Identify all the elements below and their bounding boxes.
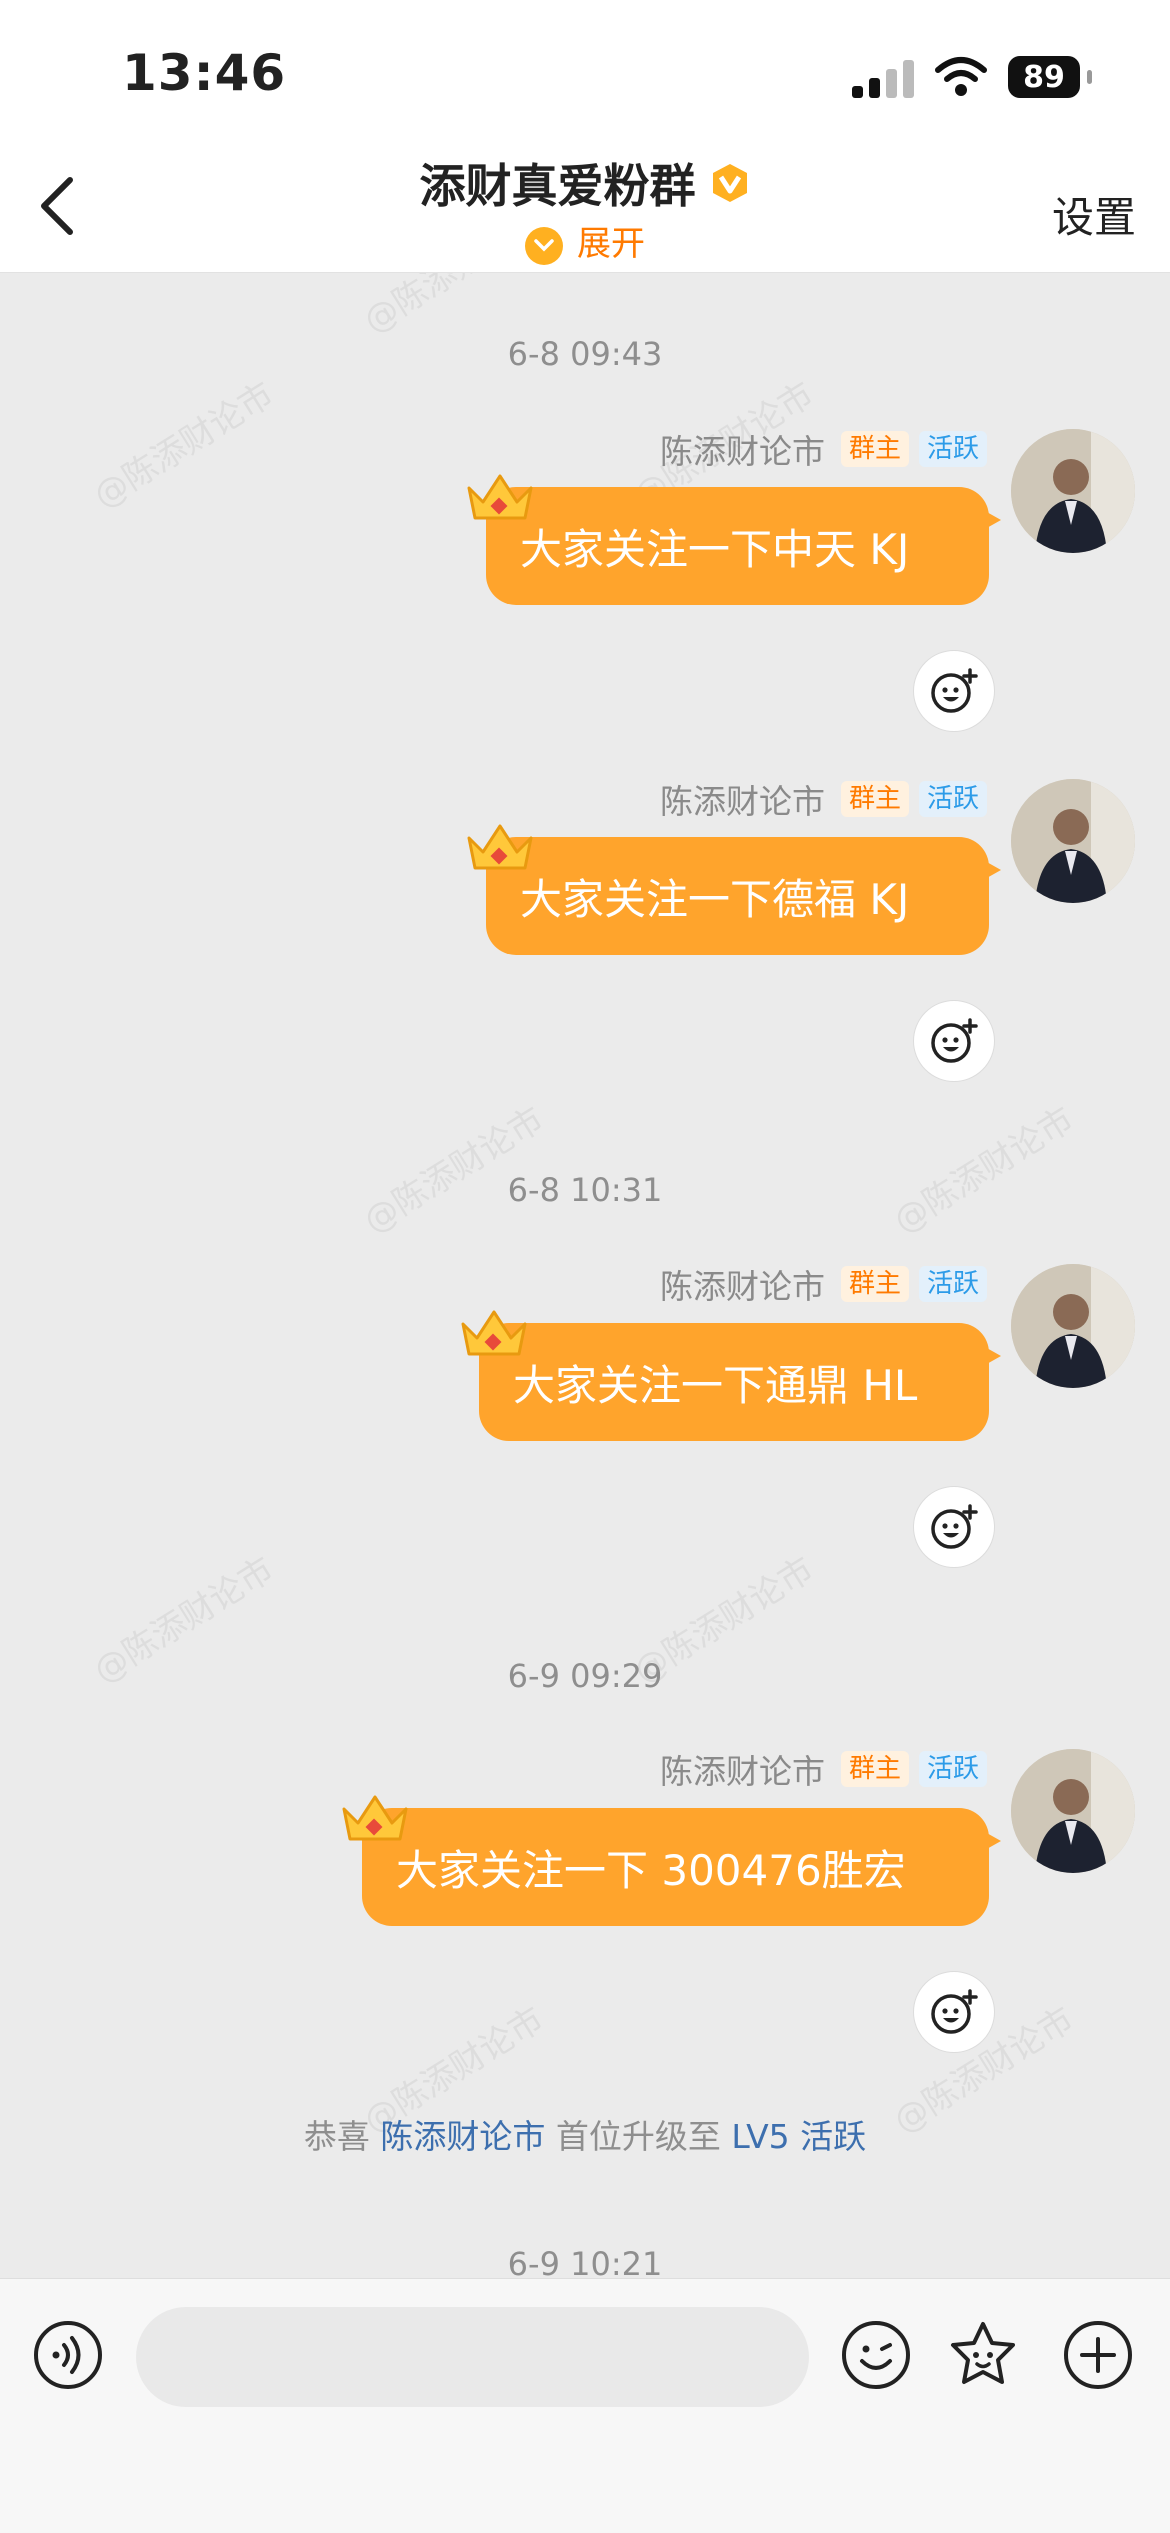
system-message: 恭喜 陈添财论市 首位升级至 LV5 活跃 xyxy=(0,2110,1170,2158)
message-timestamp: 6-9 09:29 xyxy=(507,1657,663,1695)
message-sender: 陈添财论市 群主 活跃 xyxy=(660,429,987,471)
sender-name[interactable]: 陈添财论市 xyxy=(660,1745,825,1793)
active-badge: 活跃 xyxy=(918,781,987,817)
emoji-icon[interactable] xyxy=(840,2319,912,2391)
system-middle: 首位升级至 xyxy=(555,2117,721,2156)
emoji-react-button[interactable] xyxy=(913,650,995,732)
plus-icon[interactable] xyxy=(1062,2319,1134,2391)
expand-chevron-icon xyxy=(525,226,563,265)
message-text: 大家关注一下 300476胜宏 xyxy=(396,1845,906,1895)
system-user-link[interactable]: 陈添财论市 xyxy=(380,2117,545,2156)
emoji-react-icon xyxy=(931,1504,978,1549)
settings-button[interactable]: 设置 xyxy=(1052,184,1136,245)
emoji-react-icon xyxy=(931,1018,978,1063)
crown-icon xyxy=(467,824,533,870)
group-title[interactable]: 添财真爱粉群 xyxy=(419,150,695,216)
active-badge: 活跃 xyxy=(918,1266,987,1302)
system-prefix: 恭喜 xyxy=(303,2117,370,2156)
input-bar xyxy=(0,2278,1170,2533)
message-sender: 陈添财论市 群主 活跃 xyxy=(660,1749,987,1791)
verified-v-icon xyxy=(712,164,747,202)
message-text: 大家关注一下德福 KJ xyxy=(520,874,910,924)
message-bubble[interactable]: 大家关注一下德福 KJ xyxy=(486,837,1001,955)
watermark: @陈添财论市 xyxy=(86,374,281,517)
battery-icon: 89 xyxy=(1008,56,1092,98)
active-badge: 活跃 xyxy=(918,431,987,467)
wifi-icon xyxy=(935,57,987,96)
message-sender: 陈添财论市 群主 活跃 xyxy=(660,1264,987,1306)
owner-badge: 群主 xyxy=(840,781,909,817)
watermark: @陈添财论市 xyxy=(356,1099,551,1242)
crown-icon xyxy=(461,1310,527,1356)
emoji-react-button[interactable] xyxy=(913,1971,995,2053)
owner-badge: 群主 xyxy=(840,431,909,467)
avatar[interactable] xyxy=(1011,429,1135,553)
expand-button[interactable]: 展开 xyxy=(0,216,1170,265)
status-time: 13:46 xyxy=(122,44,287,102)
message-timestamp: 6-9 10:21 xyxy=(507,2245,663,2278)
battery-level: 89 xyxy=(1008,56,1080,98)
message-bubble[interactable]: 大家关注一下 300476胜宏 xyxy=(362,1808,1001,1926)
message-timestamp: 6-8 09:43 xyxy=(507,335,663,373)
watermark: @陈添财论市 xyxy=(886,1099,1081,1242)
system-level[interactable]: LV5 活跃 xyxy=(731,2117,866,2156)
title-row: 添财真爱粉群 xyxy=(0,150,1170,216)
avatar[interactable] xyxy=(1011,1264,1135,1388)
sender-name[interactable]: 陈添财论市 xyxy=(660,775,825,823)
voice-icon[interactable] xyxy=(32,2319,104,2391)
sender-name[interactable]: 陈添财论市 xyxy=(660,1260,825,1308)
emoji-react-icon xyxy=(931,668,978,713)
chat-header: 添财真爱粉群 展开 设置 xyxy=(0,140,1170,273)
chat-area[interactable]: @陈添财论市 @陈添财论市 @陈添财论市 @陈添财论市 @陈添财论市 @陈添财论… xyxy=(0,273,1170,2278)
sender-name[interactable]: 陈添财论市 xyxy=(660,425,825,473)
avatar[interactable] xyxy=(1011,779,1135,903)
sticker-icon[interactable] xyxy=(947,2319,1019,2391)
message-text: 大家关注一下中天 KJ xyxy=(520,524,910,574)
owner-badge: 群主 xyxy=(840,1266,909,1302)
emoji-react-icon xyxy=(931,1989,978,2034)
message-timestamp: 6-8 10:31 xyxy=(507,1171,663,1209)
emoji-react-button[interactable] xyxy=(913,1000,995,1082)
message-sender: 陈添财论市 群主 活跃 xyxy=(660,779,987,821)
owner-badge: 群主 xyxy=(840,1751,909,1787)
crown-icon xyxy=(467,474,533,520)
message-bubble[interactable]: 大家关注一下通鼎 HL xyxy=(479,1323,1001,1441)
watermark: @陈添财论市 xyxy=(353,273,552,342)
status-bar: 13:46 89 xyxy=(0,0,1170,140)
cellular-signal-icon xyxy=(852,60,914,98)
crown-icon xyxy=(342,1795,408,1841)
message-bubble[interactable]: 大家关注一下中天 KJ xyxy=(486,487,1001,605)
expand-label: 展开 xyxy=(577,224,645,264)
message-input[interactable] xyxy=(136,2307,809,2407)
active-badge: 活跃 xyxy=(918,1751,987,1787)
emoji-react-button[interactable] xyxy=(913,1486,995,1568)
avatar[interactable] xyxy=(1011,1749,1135,1873)
message-text: 大家关注一下通鼎 HL xyxy=(513,1360,918,1410)
